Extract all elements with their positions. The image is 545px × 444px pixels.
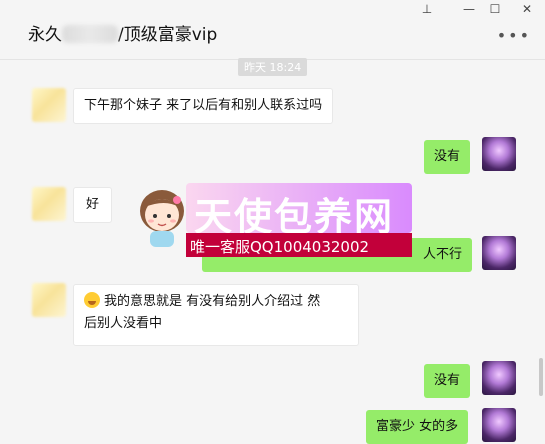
my-avatar[interactable] <box>482 236 516 270</box>
contact-avatar[interactable] <box>32 88 66 122</box>
contact-avatar[interactable] <box>32 187 66 221</box>
sent-message: 富豪少 女的多 <box>366 410 469 444</box>
watermark-contact-strip: 唯一客服QQ1004032002 <box>186 233 412 257</box>
watermark-banner: 天使包养网 <box>186 183 412 239</box>
crying-laughing-emoji-icon <box>84 292 100 308</box>
sent-message: 没有 <box>424 140 471 174</box>
message-line-2: 后别人没看中 <box>84 316 163 331</box>
pin-icon[interactable]: ⊥ <box>409 0 445 20</box>
close-icon[interactable]: ✕ <box>509 0 545 20</box>
my-avatar[interactable] <box>482 408 516 442</box>
chat-title-suffix: /顶级富豪vip <box>118 25 218 45</box>
message-line-1: 我的意思就是 有没有给别人介绍过 然 <box>104 294 321 309</box>
cartoon-girl-icon <box>140 190 184 247</box>
sent-message: 没有 <box>424 364 471 398</box>
chat-header: 永久/顶级富豪vip ⊥ — ☐ ✕ ••• <box>0 0 545 60</box>
message-timestamp: 昨天 18:24 <box>238 58 308 76</box>
chat-title: 永久/顶级富豪vip <box>28 20 217 45</box>
received-message: 好 <box>73 187 113 223</box>
watermark-contact: 唯一客服QQ1004032002 <box>190 238 370 256</box>
my-avatar[interactable] <box>482 137 516 171</box>
more-options-icon[interactable]: ••• <box>497 26 531 45</box>
sent-message-text: 人不行 <box>422 247 462 262</box>
my-avatar[interactable] <box>482 361 516 395</box>
redacted-name <box>62 25 118 43</box>
contact-avatar[interactable] <box>32 283 66 317</box>
maximize-icon[interactable]: ☐ <box>477 0 513 20</box>
chat-title-prefix: 永久 <box>28 25 62 45</box>
received-message: 下午那个妹子 来了以后有和别人联系过吗 <box>73 88 334 124</box>
chat-scrollbar[interactable] <box>539 358 543 396</box>
received-message: 我的意思就是 有没有给别人介绍过 然 后别人没看中 <box>73 284 359 346</box>
